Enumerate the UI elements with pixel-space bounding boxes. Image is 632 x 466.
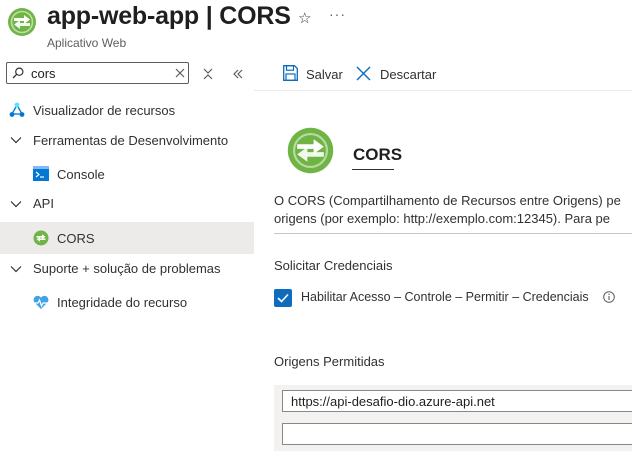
- allowed-origin-input[interactable]: https://api-desafio-dio.azure-api.net: [282, 390, 632, 412]
- save-button[interactable]: Salvar: [306, 67, 343, 82]
- cors-description-line-2: origens (por exemplo: http://exemplo.com…: [274, 211, 611, 226]
- page-subtitle: Aplicativo Web: [47, 36, 127, 50]
- cors-large-icon: [287, 127, 334, 174]
- collapse-sidebar-icon[interactable]: [232, 68, 244, 80]
- search-icon: [12, 67, 24, 79]
- search-input-value: cors: [31, 66, 56, 81]
- more-options-icon[interactable]: ···: [329, 6, 346, 22]
- checkmark-icon: [277, 293, 289, 303]
- section-divider: [274, 233, 632, 234]
- sidebar-group-dev-tools[interactable]: Ferramentas de Desenvolvimento: [33, 133, 228, 148]
- credentials-checkbox[interactable]: [274, 289, 292, 307]
- collapse-all-icon[interactable]: [202, 68, 214, 80]
- cors-section-title: CORS: [353, 145, 403, 164]
- sidebar-item-resource-health[interactable]: Integridade do recurso: [57, 295, 187, 310]
- allowed-origin-input-empty[interactable]: [282, 423, 632, 445]
- discard-button[interactable]: Descartar: [380, 67, 436, 82]
- toolbar-divider: [254, 90, 632, 91]
- credentials-heading: Solicitar Credenciais: [274, 258, 393, 273]
- sidebar-group-support[interactable]: Suporte + solução de problemas: [33, 261, 221, 276]
- credentials-checkbox-label[interactable]: Habilitar Acesso – Controle – Permitir –…: [301, 290, 589, 304]
- cors-title-underline: [352, 169, 394, 170]
- resource-visualizer-icon: [9, 102, 25, 117]
- cors-description-line-1: O CORS (Compartilhamento de Recursos ent…: [274, 193, 621, 208]
- chevron-down-icon[interactable]: [10, 200, 22, 208]
- favorite-star-icon[interactable]: ☆: [298, 9, 311, 27]
- save-icon[interactable]: [283, 65, 298, 81]
- allowed-origins-heading: Origens Permitidas: [274, 354, 385, 369]
- console-icon: [33, 166, 49, 181]
- clear-search-icon[interactable]: [175, 68, 185, 78]
- cors-icon: [33, 230, 49, 246]
- sidebar-item-cors-label: CORS: [57, 231, 95, 246]
- sidebar-group-api[interactable]: API: [33, 196, 54, 211]
- chevron-down-icon[interactable]: [10, 265, 22, 273]
- discard-x-icon[interactable]: [356, 66, 371, 81]
- sidebar-item-console[interactable]: Console: [57, 167, 105, 182]
- resource-health-icon: [33, 295, 49, 309]
- info-icon[interactable]: [603, 291, 615, 303]
- sidebar-search-input[interactable]: cors: [6, 62, 189, 84]
- sidebar-item-resource-visualizer[interactable]: Visualizador de recursos: [33, 103, 175, 118]
- app-service-cors-icon: [8, 8, 36, 36]
- chevron-down-icon[interactable]: [10, 136, 22, 144]
- page-title: app-web-app | CORS: [47, 2, 291, 30]
